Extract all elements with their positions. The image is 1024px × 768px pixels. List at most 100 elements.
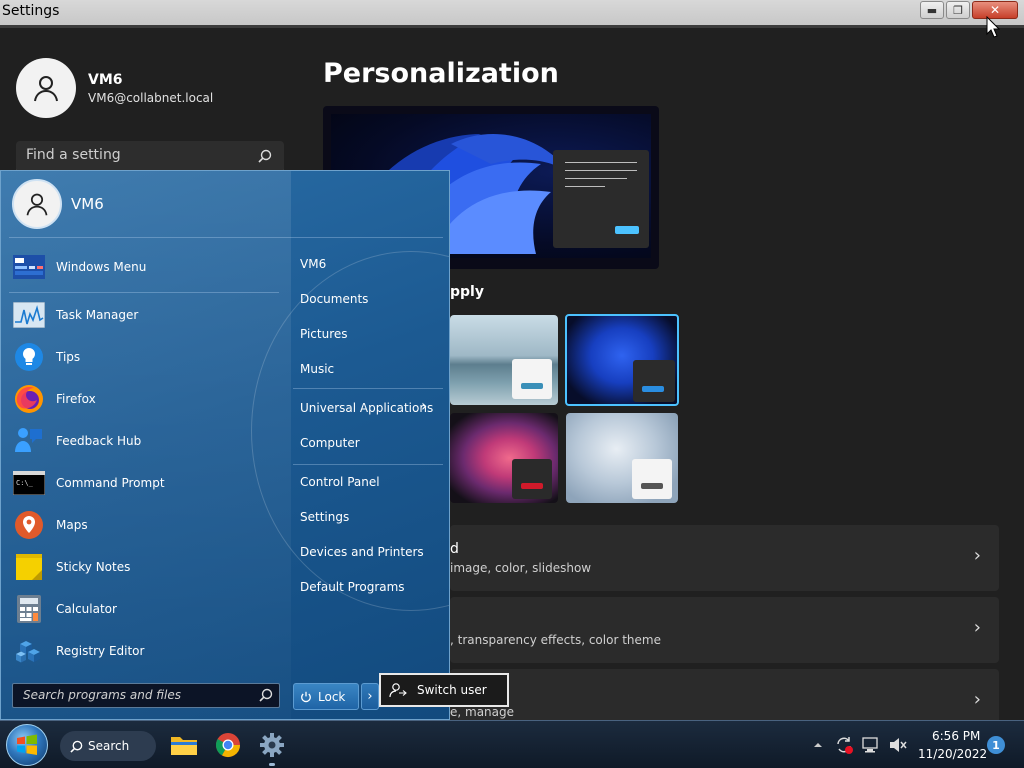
start-program-item[interactable]: Firefox	[13, 380, 289, 418]
start-search-input[interactable]	[23, 688, 253, 702]
desktop: Settings ▬ ❐ ✕ VM6 VM6@collabnet.local P…	[0, 0, 1024, 768]
window-title: Settings	[2, 3, 60, 19]
user-icon	[26, 193, 48, 216]
restore-button[interactable]: ❐	[946, 1, 970, 19]
taskbar-search-label: Search	[88, 739, 130, 753]
search-icon	[259, 688, 273, 702]
lock-button[interactable]: Lock	[293, 683, 359, 710]
mouse-cursor-icon	[986, 16, 1000, 38]
chevron-right-icon[interactable]: ›	[421, 396, 427, 415]
minimize-button[interactable]: ▬	[920, 1, 944, 19]
avatar[interactable]	[16, 58, 76, 118]
program-label: Tips	[56, 350, 81, 364]
find-setting-box[interactable]	[16, 141, 284, 173]
start-place-default-programs[interactable]: Default Programs	[300, 580, 405, 594]
power-options-arrow[interactable]: ›	[361, 683, 379, 710]
sticky-notes-icon	[13, 551, 45, 583]
taskbar-chrome[interactable]	[212, 729, 244, 761]
tips-icon	[13, 341, 45, 373]
feedback-hub-icon	[13, 425, 45, 457]
windows-logo-icon	[17, 734, 37, 755]
program-label: Firefox	[56, 392, 96, 406]
program-label: Feedback Hub	[56, 434, 142, 448]
page-title: Personalization	[323, 58, 559, 89]
start-menu-username[interactable]: VM6	[71, 195, 104, 213]
start-program-item[interactable]: Calculator	[13, 590, 289, 628]
program-label: Maps	[56, 518, 88, 532]
lock-label: Lock	[318, 689, 346, 704]
user-icon	[34, 76, 58, 102]
start-place-documents[interactable]: Documents	[300, 292, 368, 306]
search-icon	[258, 149, 272, 163]
tray-volume[interactable]	[888, 735, 908, 755]
setting-row-background[interactable]: d image, color, slideshow ›	[450, 525, 999, 591]
tray-sync[interactable]	[834, 735, 854, 755]
start-place-control-panel[interactable]: Control Panel	[300, 475, 380, 489]
setting-row-colors[interactable]: , transparency effects, color theme ›	[450, 597, 999, 663]
start-program-item[interactable]: Maps	[13, 506, 289, 544]
tray-network[interactable]	[861, 735, 881, 755]
program-label: Command Prompt	[56, 476, 165, 490]
power-icon	[301, 691, 311, 702]
start-place-music[interactable]: Music	[300, 362, 334, 376]
chevron-right-icon: ›	[973, 617, 981, 638]
clock-date[interactable]: 11/20/2022	[918, 747, 987, 761]
clock-time[interactable]: 6:56 PM	[932, 729, 980, 743]
switch-user-menu-item[interactable]: Switch user	[379, 673, 509, 707]
start-place-devices-and-printers[interactable]: Devices and Printers	[300, 545, 424, 559]
settings-titlebar[interactable]: Settings ▬ ❐ ✕	[0, 0, 1024, 28]
volume-muted-icon	[890, 738, 907, 752]
start-place-universal-applications[interactable]: Universal Applications	[300, 401, 433, 415]
show-hidden-icons-button[interactable]	[808, 735, 828, 755]
start-program-item[interactable]: Tips	[13, 338, 289, 376]
command-prompt-icon: C:\_	[13, 467, 45, 499]
setting-row-title: d	[450, 541, 459, 557]
file-explorer-icon	[171, 737, 197, 755]
taskbar-file-explorer[interactable]	[168, 729, 200, 761]
start-place-pictures[interactable]: Pictures	[300, 327, 348, 341]
registry-editor-icon	[13, 635, 45, 667]
chevron-up-icon	[814, 743, 822, 747]
taskbar: Search 6:56 PM 11/20/2022 1	[0, 720, 1024, 768]
taskbar-settings[interactable]	[256, 729, 288, 766]
program-label: Calculator	[56, 602, 117, 616]
calculator-icon	[13, 593, 45, 625]
theme-thumbnail-bloom-dark[interactable]	[565, 314, 679, 406]
windows-menu-icon	[13, 251, 45, 283]
notification-badge[interactable]: 1	[987, 736, 1005, 754]
start-place-settings[interactable]: Settings	[300, 510, 349, 524]
start-place-computer[interactable]: Computer	[300, 436, 360, 450]
start-menu-avatar[interactable]	[12, 179, 62, 229]
start-program-item[interactable]: Registry Editor	[13, 632, 289, 670]
theme-thumbnail-lake[interactable]	[450, 315, 558, 405]
switch-user-label: Switch user	[417, 683, 487, 697]
start-program-item[interactable]: Task Manager	[13, 296, 289, 334]
start-place-user[interactable]: VM6	[300, 257, 326, 271]
firefox-icon	[13, 383, 45, 415]
maps-icon	[13, 509, 45, 541]
window-controls: ▬ ❐ ✕	[920, 1, 1018, 21]
sync-error-icon	[837, 737, 853, 754]
network-icon	[862, 737, 878, 753]
start-program-item[interactable]: Feedback Hub	[13, 422, 289, 460]
start-button[interactable]	[6, 724, 48, 766]
taskbar-search-button[interactable]: Search	[60, 731, 156, 761]
theme-heading: pply	[450, 284, 484, 300]
theme-thumbnail-glow[interactable]	[450, 413, 558, 503]
program-label: Registry Editor	[56, 644, 145, 658]
theme-thumbnail-bloom-light[interactable]	[566, 413, 678, 503]
setting-row-subtitle: , transparency effects, color theme	[450, 633, 661, 647]
find-setting-input[interactable]	[26, 147, 246, 163]
program-label: Sticky Notes	[56, 560, 131, 574]
chevron-right-icon: ›	[973, 689, 981, 710]
start-menu: VM6 Windows Menu Task Manager Tips Firef…	[0, 170, 450, 720]
chevron-right-icon: ›	[973, 545, 981, 566]
start-program-item[interactable]: C:\_ Command Prompt	[13, 464, 289, 502]
start-search-box[interactable]	[12, 683, 280, 708]
switch-user-icon	[389, 683, 407, 698]
program-label: Task Manager	[56, 308, 139, 322]
start-program-item[interactable]: Windows Menu	[13, 248, 289, 286]
settings-gear-icon	[260, 733, 284, 757]
start-program-item[interactable]: Sticky Notes	[13, 548, 289, 586]
svg-text:C:\_: C:\_	[16, 479, 34, 487]
